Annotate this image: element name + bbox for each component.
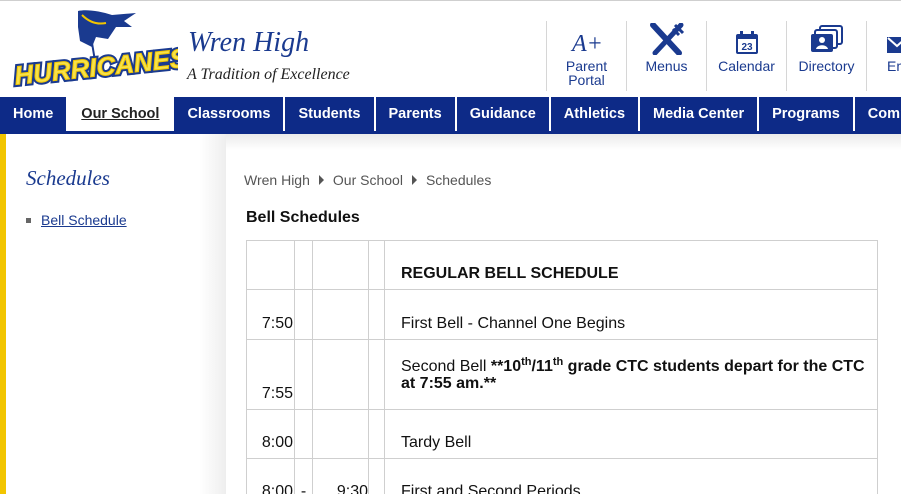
quicklink-menus[interactable]: Menus [626,21,706,91]
directory-icon [810,21,844,55]
main-nav: Home Our School Classrooms Students Pare… [0,97,901,134]
period-description: First Bell - Channel One Begins [384,289,878,340]
quicklinks: A+ Parent Portal Menus 23 Calendar Direc… [546,21,901,91]
sidebar-link[interactable]: Bell Schedule [41,212,127,228]
table-row: 7:50 First Bell - Channel One Begins [246,289,878,340]
nav-parents[interactable]: Parents [376,97,457,131]
time-dash [294,289,313,340]
table-row: 7:55 Second Bell **10th/11th grade CTC s… [246,339,878,410]
quicklink-parent-portal[interactable]: A+ Parent Portal [546,21,626,91]
end-time: 9:30 [312,458,369,494]
nav-home[interactable]: Home [0,97,69,131]
period-description: Second Bell **10th/11th grade CTC studen… [384,339,878,410]
bell-schedule-table: REGULAR BELL SCHEDULE 7:50 First Bell - … [246,240,878,494]
nav-programs[interactable]: Programs [759,97,855,131]
end-time [312,339,369,410]
nav-guidance[interactable]: Guidance [457,97,551,131]
svg-text:A+: A+ [570,31,603,55]
table-header-row: REGULAR BELL SCHEDULE [246,240,878,290]
quicklink-email[interactable]: Em [866,21,901,91]
content-top-shade [226,134,901,150]
quicklink-label: Parent [565,58,608,74]
a-plus-icon: A+ [570,21,604,55]
quicklink-label: Menus [645,58,688,74]
sidebar-item-bell-schedule: Bell Schedule [26,212,127,228]
breadcrumb-item[interactable]: Wren High [244,172,310,188]
period-description: First and Second Periods [384,458,878,494]
schedule-heading: REGULAR BELL SCHEDULE [384,240,878,290]
quicklink-label: Calendar [718,58,775,74]
sidebar: Schedules Bell Schedule [6,134,226,494]
nav-students[interactable]: Students [285,97,376,131]
quicklink-calendar[interactable]: 23 Calendar [706,21,786,91]
nav-media-center[interactable]: Media Center [640,97,760,131]
nav-community[interactable]: Community [855,97,901,131]
time-dash: - [294,458,313,494]
fork-knife-icon [649,21,685,55]
table-row: 8:00 Tardy Bell [246,409,878,459]
table-row: 8:00 - 9:30 First and Second Periods [246,458,878,494]
end-time [312,409,369,459]
start-time: 8:00 [246,458,295,494]
hurricanes-logo[interactable]: HURRICANES HURRICANES [8,7,178,91]
end-time [312,289,369,340]
calendar-icon: 23 [735,21,759,55]
breadcrumb-separator-icon [411,175,417,185]
sidebar-title: Schedules [26,166,110,190]
time-dash [294,409,313,459]
quicklink-label: Em [887,58,901,74]
start-time: 7:50 [246,289,295,340]
quicklink-label: Directory [798,58,855,74]
breadcrumb-item: Schedules [425,172,492,188]
school-tagline: A Tradition of Excellence [187,66,350,83]
page-title: Bell Schedules [246,209,360,226]
breadcrumb: Wren High Our School Schedules [244,172,491,188]
site-header: HURRICANES HURRICANES Wren High A Tradit… [0,0,901,97]
nav-athletics[interactable]: Athletics [551,97,641,131]
nav-classrooms[interactable]: Classrooms [174,97,286,131]
school-name[interactable]: Wren High [188,27,309,59]
bullet-icon [26,217,31,223]
breadcrumb-item[interactable]: Our School [333,172,403,188]
start-time: 8:00 [246,409,295,459]
breadcrumb-separator-icon [318,175,324,185]
period-description: Tardy Bell [384,409,878,459]
svg-text:HURRICANES: HURRICANES [13,43,178,91]
svg-text:23: 23 [741,42,753,53]
quicklink-label: Portal [568,72,605,88]
start-time: 7:55 [246,339,295,410]
quicklink-directory[interactable]: Directory [786,21,866,91]
time-dash [294,339,313,410]
nav-our-school[interactable]: Our School [68,97,175,131]
envelope-icon [887,21,901,55]
main-content: Wren High Our School Schedules Bell Sche… [226,134,901,494]
